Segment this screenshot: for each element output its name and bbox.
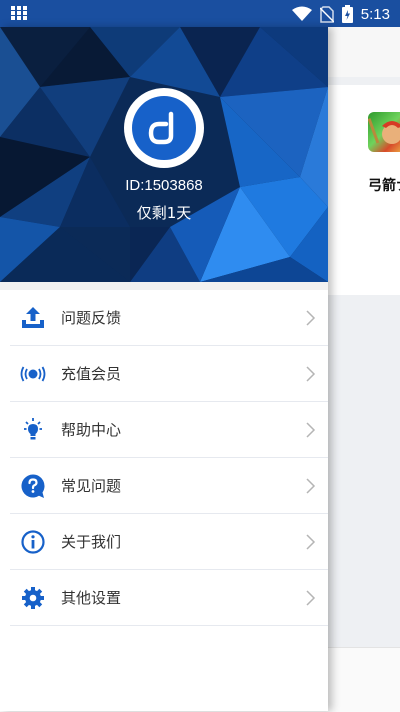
chevron-right-icon <box>306 366 316 382</box>
status-bar: 5:13 <box>0 0 400 27</box>
gear-icon <box>22 587 44 609</box>
chevron-right-icon <box>306 310 316 326</box>
question-bubble-icon <box>21 474 45 498</box>
menu-item-other-settings[interactable]: 其他设置 <box>10 570 328 626</box>
profile-header: ID:1503868 仅剩1天 <box>0 27 328 282</box>
vip-signal-icon <box>20 366 46 382</box>
no-sim-icon <box>319 5 334 23</box>
menu-item-feedback[interactable]: 问题反馈 <box>10 290 328 346</box>
user-id: ID:1503868 <box>125 177 203 194</box>
app-logo-icon <box>132 96 196 160</box>
menu-label: 关于我们 <box>61 533 122 551</box>
menu-label: 帮助中心 <box>61 421 122 439</box>
menu-label: 充值会员 <box>61 365 122 383</box>
chevron-right-icon <box>306 590 316 606</box>
menu-label: 问题反馈 <box>61 309 122 327</box>
battery-charging-icon <box>341 5 353 23</box>
lightbulb-icon <box>24 418 42 440</box>
avatar[interactable] <box>124 88 204 168</box>
wifi-icon <box>291 6 312 21</box>
navigation-drawer: ID:1503868 仅剩1天 问题反馈 充值会员 帮助中心 常见问题 关于我们… <box>0 27 328 711</box>
menu-item-vip[interactable]: 充值会员 <box>10 346 328 402</box>
menu-label: 常见问题 <box>61 477 122 495</box>
chevron-right-icon <box>306 422 316 438</box>
menu-item-about-us[interactable]: 关于我们 <box>10 514 328 570</box>
drawer-menu: 问题反馈 充值会员 帮助中心 常见问题 关于我们 其他设置 <box>0 290 328 626</box>
chevron-right-icon <box>306 478 316 494</box>
apps-grid-icon <box>11 6 28 21</box>
menu-item-help-center[interactable]: 帮助中心 <box>10 402 328 458</box>
game-title: 弓箭ナ <box>368 178 400 194</box>
info-icon <box>21 530 45 554</box>
upload-feedback-icon <box>22 307 44 328</box>
chevron-right-icon <box>306 534 316 550</box>
clock: 5:13 <box>360 5 390 23</box>
header-separator <box>0 282 328 290</box>
menu-item-faq[interactable]: 常见问题 <box>10 458 328 514</box>
game-thumbnail[interactable] <box>368 112 400 152</box>
membership-remaining: 仅剩1天 <box>136 204 192 222</box>
menu-label: 其他设置 <box>61 589 122 607</box>
